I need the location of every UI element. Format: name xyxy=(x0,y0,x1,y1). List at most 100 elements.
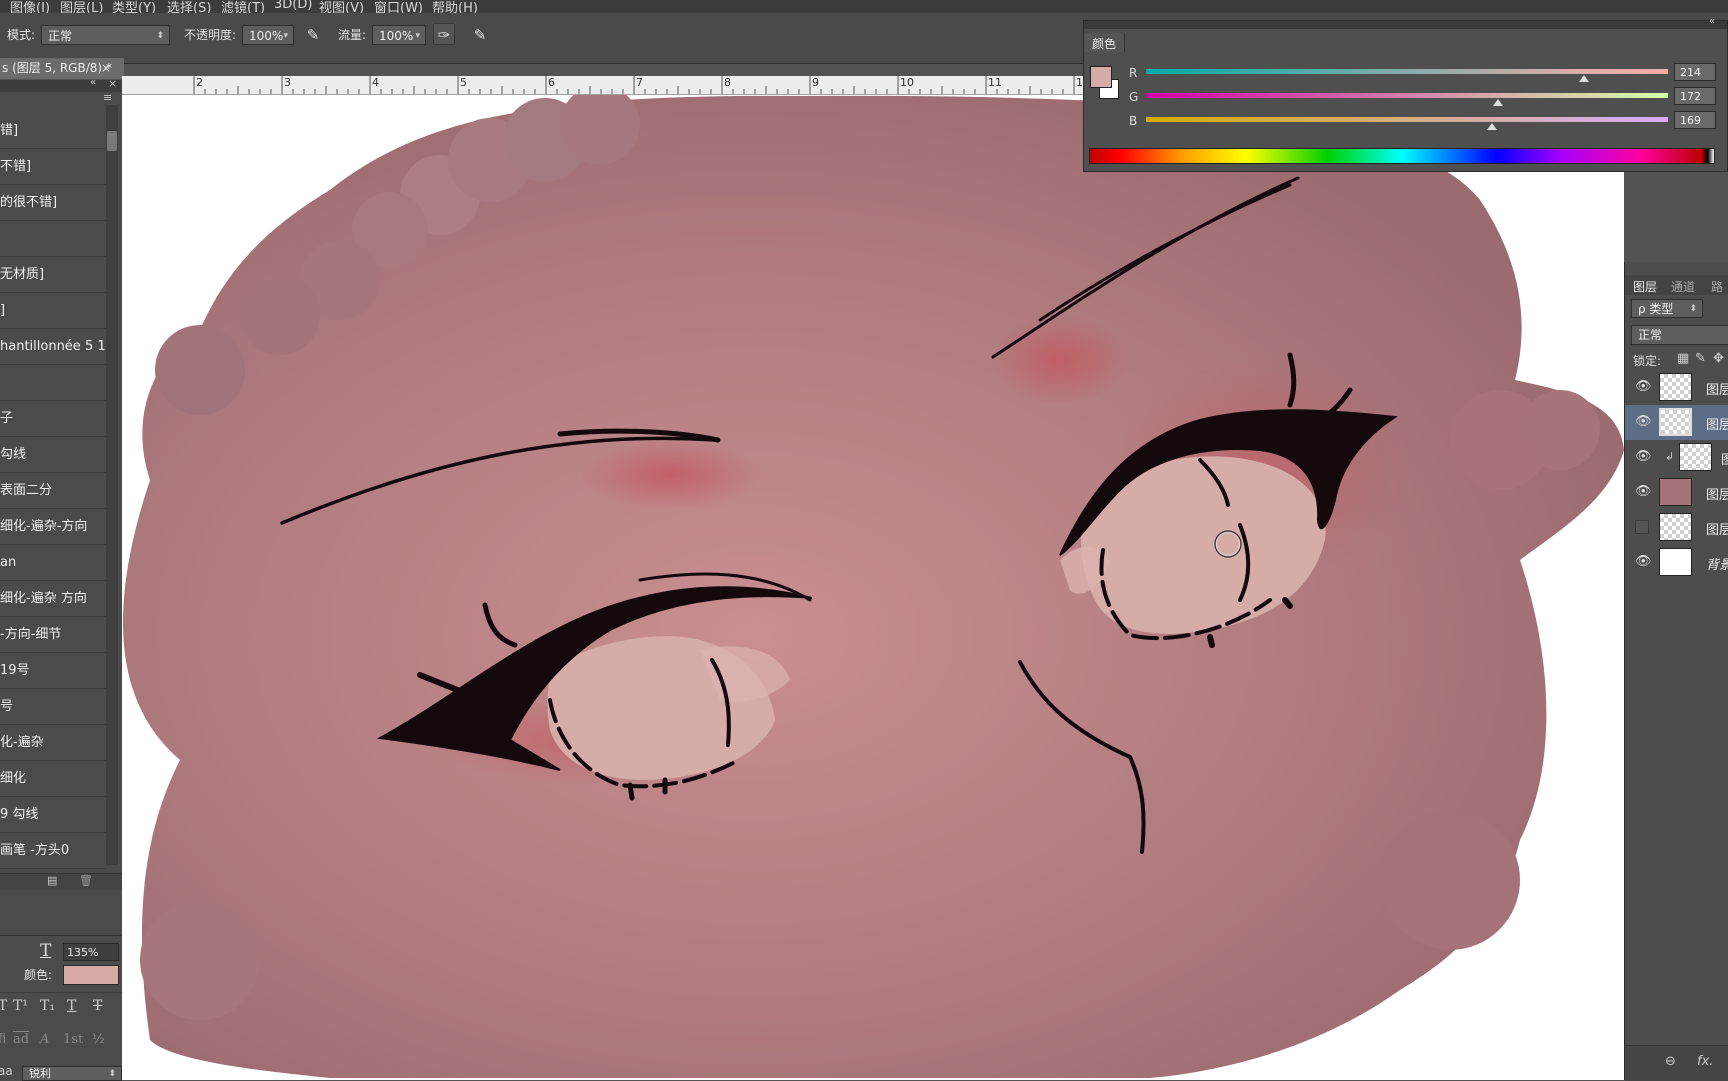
red-slider-thumb[interactable] xyxy=(1579,75,1590,82)
pressure-size-icon[interactable]: ✎ xyxy=(469,24,491,46)
tab-layers[interactable]: 图层 xyxy=(1633,278,1657,295)
scrollbar-thumb[interactable] xyxy=(107,131,117,151)
blue-slider-thumb[interactable] xyxy=(1486,123,1497,130)
menu-select[interactable]: 选择(S) xyxy=(167,0,211,13)
preset-item[interactable]: 化-遍杂 xyxy=(0,725,106,761)
subscript-button[interactable]: T₁ xyxy=(40,998,55,1014)
layer-row[interactable]: 👁 图层 xyxy=(1625,370,1728,405)
preset-item[interactable]: 的很不错] xyxy=(0,185,106,221)
lock-transparent-icon[interactable]: ▦ xyxy=(1677,351,1689,366)
ordinal-button[interactable]: 1st xyxy=(63,1032,83,1047)
panel-menu-icon[interactable]: ≡ xyxy=(103,91,112,104)
layer-row-selected[interactable]: 👁 图层 xyxy=(1625,405,1728,440)
fx-button[interactable]: fx. xyxy=(1697,1054,1713,1069)
preset-item[interactable] xyxy=(0,221,106,257)
antialias-select[interactable]: 锐利 ⬍ xyxy=(22,1066,122,1081)
green-slider[interactable] xyxy=(1146,93,1668,98)
menu-layer[interactable]: 图层(L) xyxy=(60,0,103,13)
close-icon[interactable]: × xyxy=(101,58,111,79)
strikethrough-button[interactable]: T xyxy=(93,998,102,1014)
collapse-icon[interactable]: « xyxy=(1709,16,1715,27)
pressure-opacity-icon[interactable]: ✎ xyxy=(302,24,324,46)
preset-item[interactable]: 勾线 xyxy=(0,437,106,473)
blend-mode-select[interactable]: 正常 xyxy=(1631,325,1728,345)
airbrush-icon[interactable]: ✑ xyxy=(433,23,455,45)
eye-icon[interactable]: 👁 xyxy=(1635,379,1652,394)
eye-icon[interactable]: 👁 xyxy=(1635,484,1652,499)
preset-scrollbar[interactable] xyxy=(106,105,118,865)
layer-name: 图层 xyxy=(1706,523,1728,538)
preset-item[interactable]: 子 xyxy=(0,401,106,437)
blue-slider[interactable] xyxy=(1146,117,1668,122)
color-spectrum-ramp[interactable] xyxy=(1089,148,1715,164)
preset-item[interactable]: 错] xyxy=(0,113,106,149)
red-value-input[interactable]: 214 xyxy=(1674,63,1716,81)
layer-row-background[interactable]: 👁 背景 xyxy=(1625,545,1728,580)
green-slider-thumb[interactable] xyxy=(1493,99,1504,106)
ruler-label: 3 xyxy=(284,76,291,89)
tab-channels[interactable]: 通道 xyxy=(1671,278,1695,295)
eye-icon[interactable]: 👁 xyxy=(1635,554,1652,569)
menu-image[interactable]: 图像(I) xyxy=(10,0,50,13)
collapse-icon[interactable]: « xyxy=(90,77,96,88)
eye-icon[interactable]: 👁 xyxy=(1635,414,1652,429)
preset-item[interactable]: 9 勾线 xyxy=(0,797,106,833)
preset-item[interactable]: ] xyxy=(0,293,106,329)
color-panel: « 颜色 R 214 G 172 B 169 xyxy=(1083,16,1728,172)
preset-item[interactable]: 画笔 -方头0 xyxy=(0,833,106,869)
underline-button[interactable]: T xyxy=(67,998,76,1014)
discretionary-ligature-button[interactable]: ad xyxy=(13,1032,29,1047)
preset-item[interactable]: an xyxy=(0,545,106,581)
preset-item[interactable]: 细化 xyxy=(0,761,106,797)
menu-help[interactable]: 帮助(H) xyxy=(432,0,478,13)
preset-item[interactable]: 不错] xyxy=(0,149,106,185)
preset-item[interactable]: -方向-细节 xyxy=(0,617,106,653)
layer-row[interactable]: 👁 图层 xyxy=(1625,475,1728,510)
menu-view[interactable]: 视图(V) xyxy=(319,0,364,13)
ligature-button[interactable]: ﬁ xyxy=(0,1032,6,1047)
menu-filter[interactable]: 滤镜(T) xyxy=(221,0,265,13)
tab-paths[interactable]: 路 xyxy=(1711,278,1723,295)
mode-select[interactable]: 正常 ⬍ xyxy=(41,25,170,45)
eye-icon[interactable]: 👁 xyxy=(1635,449,1652,464)
preset-item[interactable]: 细化-遍杂 方向 xyxy=(0,581,106,617)
fraction-button[interactable]: ½ xyxy=(92,1032,105,1047)
flow-input[interactable]: 100% ▾ xyxy=(372,25,426,45)
menu-3d[interactable]: 3D(D) xyxy=(274,0,312,12)
text-color-swatch[interactable] xyxy=(63,965,119,985)
close-icon[interactable]: × xyxy=(108,77,117,90)
link-layers-icon[interactable]: ⊖ xyxy=(1665,1054,1676,1069)
tab-color[interactable]: 颜色 xyxy=(1084,33,1125,52)
preset-item[interactable]: hantillonnée 5 1 1 xyxy=(0,329,106,365)
tracking-input[interactable]: 135% xyxy=(63,943,119,961)
red-slider[interactable] xyxy=(1146,69,1668,74)
layer-row[interactable]: 图层 xyxy=(1625,510,1728,545)
layer-thumbnail xyxy=(1659,478,1692,506)
lock-paint-icon[interactable]: ✎ xyxy=(1695,351,1706,366)
green-value-input[interactable]: 172 xyxy=(1674,87,1716,105)
layer-row[interactable]: 👁 ↲ 图 xyxy=(1625,440,1728,475)
style-button[interactable]: T xyxy=(0,998,7,1014)
lock-move-icon[interactable]: ✥ xyxy=(1713,351,1724,366)
swash-button[interactable]: A xyxy=(40,1032,49,1047)
blue-value-input[interactable]: 169 xyxy=(1674,111,1716,129)
foreground-color-swatch[interactable] xyxy=(1090,66,1112,88)
layer-filter-select[interactable]: ρ 类型 ⬍ xyxy=(1631,299,1703,318)
preset-item[interactable]: 19号 xyxy=(0,653,106,689)
menu-window[interactable]: 窗口(W) xyxy=(374,0,423,13)
document-tab[interactable]: s (图层 5, RGB/8) * × xyxy=(0,58,124,79)
trash-icon[interactable]: 🗑 xyxy=(79,874,93,887)
preset-item[interactable]: 号 xyxy=(0,689,106,725)
flow-value: 100% xyxy=(379,29,414,43)
ruler-label: 11 xyxy=(988,76,1002,89)
preset-item[interactable] xyxy=(0,365,106,401)
canvas[interactable] xyxy=(122,95,1624,1080)
menu-type[interactable]: 类型(Y) xyxy=(112,0,156,13)
preset-item[interactable]: 表面二分 xyxy=(0,473,106,509)
preset-item[interactable]: 细化-遍杂-方向 xyxy=(0,509,106,545)
preset-item[interactable]: 无材质] xyxy=(0,257,106,293)
superscript-button[interactable]: T¹ xyxy=(13,998,28,1014)
visibility-toggle-off[interactable] xyxy=(1635,520,1649,534)
new-preset-icon[interactable]: ▤ xyxy=(47,874,57,887)
opacity-input[interactable]: 100% ▾ xyxy=(242,25,294,45)
